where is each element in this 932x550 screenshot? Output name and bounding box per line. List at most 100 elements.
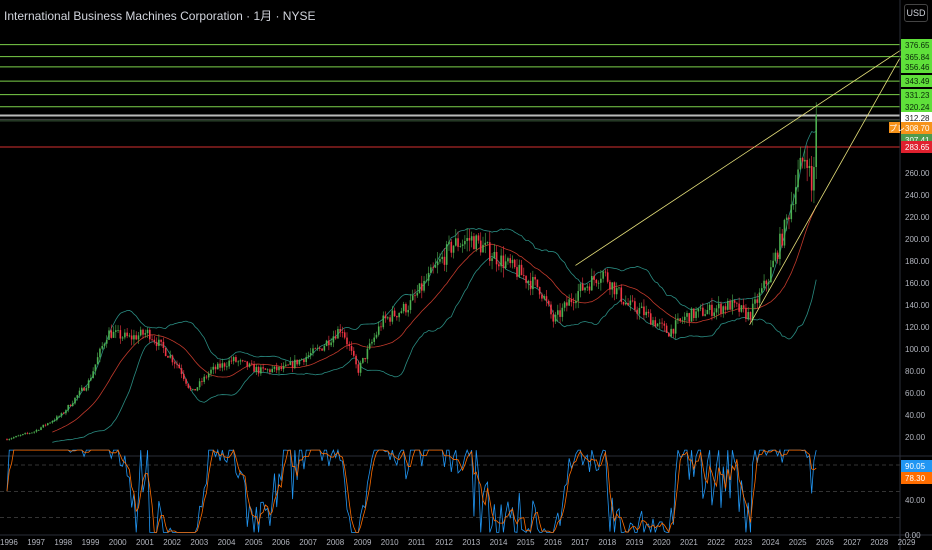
candle (810, 165, 813, 191)
candle (275, 366, 278, 371)
candle (17, 435, 20, 437)
time-tick-label: 2028 (870, 538, 888, 547)
candle (613, 282, 616, 295)
time-tick-label: 2025 (789, 538, 807, 547)
time-tick-label: 2027 (843, 538, 861, 547)
candle (683, 316, 686, 321)
premarket-tag: プレ (889, 124, 905, 133)
price-tick-label: 20.00 (905, 433, 926, 442)
price-chart[interactable]: 300.00260.00240.00220.00200.00180.00160.… (0, 0, 932, 550)
candle (470, 236, 473, 241)
candle (37, 429, 40, 431)
candle (364, 358, 366, 360)
candle (346, 337, 348, 345)
candle (219, 363, 221, 368)
candle (815, 115, 817, 168)
candle (348, 344, 351, 346)
candle (792, 204, 795, 205)
candle (128, 335, 131, 337)
candle (697, 308, 700, 312)
candle (237, 361, 239, 363)
price-tick-label: 120.00 (905, 323, 930, 332)
time-tick-label: 2011 (408, 538, 426, 547)
candle (81, 387, 83, 391)
candle (584, 287, 586, 291)
candle (205, 376, 208, 378)
candle (758, 292, 761, 303)
time-tick-label: 1998 (54, 538, 72, 547)
candle (151, 339, 153, 341)
candle (167, 355, 169, 358)
candle (686, 313, 688, 317)
candle (248, 363, 251, 367)
candle (83, 387, 85, 391)
candle (609, 281, 611, 290)
time-axis[interactable]: 1996 1997 1998 1999 2000 2001 2002 2003 2004 2005… (0, 538, 916, 547)
candle (173, 362, 176, 364)
candle (445, 244, 448, 265)
candle (115, 330, 117, 332)
trendline (749, 49, 905, 325)
candle (105, 339, 108, 344)
candle (652, 320, 654, 325)
candle (516, 267, 518, 277)
candle (164, 347, 167, 356)
candle (187, 383, 190, 388)
candle (631, 300, 634, 302)
horizontal-levels (0, 44, 900, 148)
candle (312, 348, 314, 354)
candle (377, 326, 380, 335)
candle (668, 332, 670, 337)
candle (475, 235, 477, 250)
price-tick-label: 80.00 (905, 367, 926, 376)
candle (586, 286, 589, 288)
candle (749, 312, 752, 320)
candle (244, 360, 246, 362)
candle (418, 283, 421, 293)
candle (729, 300, 731, 310)
candle (563, 302, 566, 308)
candle (155, 341, 158, 346)
candle (110, 330, 113, 338)
candle (266, 369, 269, 371)
candle (316, 348, 319, 349)
candle (636, 309, 638, 314)
candle (745, 307, 747, 319)
candle (525, 275, 527, 283)
time-tick-label: 2002 (163, 538, 181, 547)
candle (464, 241, 466, 245)
candle (665, 325, 668, 333)
candle (695, 311, 697, 318)
bollinger-upper (52, 131, 817, 423)
candle (498, 264, 500, 267)
candle (640, 306, 643, 309)
rsi-d-value: 78.30 (905, 474, 926, 483)
candle (10, 438, 13, 440)
time-tick-label: 2016 (544, 538, 562, 547)
time-tick-label: 2017 (571, 538, 589, 547)
candle (509, 258, 511, 264)
candle (101, 345, 103, 349)
candle (529, 280, 532, 290)
candle (56, 416, 58, 421)
candle (801, 157, 804, 162)
candle (343, 332, 346, 338)
candle (357, 364, 360, 373)
candle (391, 310, 394, 322)
candle (604, 271, 607, 273)
candle (518, 264, 521, 277)
candle (99, 348, 101, 358)
candle (452, 245, 455, 253)
candle (90, 378, 92, 381)
candle (779, 233, 781, 260)
candle (28, 433, 31, 434)
candle (121, 337, 124, 339)
candle (813, 167, 815, 191)
candle (595, 279, 598, 284)
candle (532, 276, 534, 290)
candle (330, 342, 332, 346)
candle (24, 433, 26, 435)
candle (672, 328, 675, 334)
candle (538, 287, 541, 295)
price-tick-label: 40.00 (905, 411, 926, 420)
